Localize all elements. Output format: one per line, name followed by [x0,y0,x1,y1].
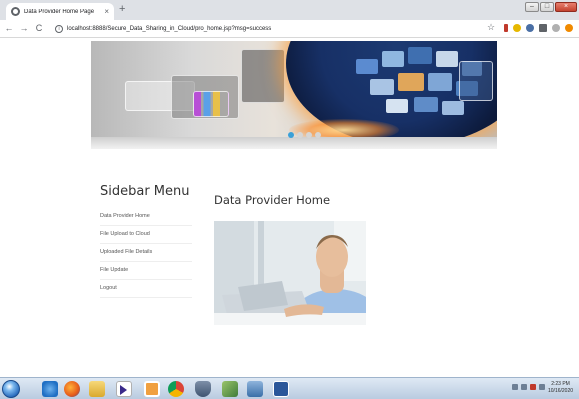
new-tab-button[interactable]: + [119,4,125,15]
taskbar: 2:23 PM 10/16/2020 [0,377,579,399]
media-play-icon[interactable] [120,385,127,395]
extension-orange-icon[interactable] [565,24,573,32]
security-shield-icon[interactable] [195,381,211,397]
extensions-puzzle-icon[interactable] [539,24,547,32]
site-info-icon[interactable]: i [55,25,63,33]
extension-pin-icon[interactable] [504,24,508,32]
window-controls: – □ × [525,2,577,12]
notepad-icon[interactable] [247,381,263,397]
maximize-button[interactable]: □ [540,2,554,12]
sidebar-item-file-update[interactable]: File Update [100,262,192,280]
internet-explorer-icon[interactable] [42,381,58,397]
browser-tab[interactable]: Data Provider Home Page × [6,3,114,20]
back-button[interactable]: ← [3,24,15,33]
page-title: Data Provider Home [214,193,331,207]
extension-icons [504,24,573,32]
globe-tile [442,101,464,115]
extension-blue-icon[interactable] [526,24,534,32]
snipping-tool-icon[interactable] [222,381,238,397]
tray-arrow-icon[interactable] [512,384,518,390]
photo-illustration [214,221,366,325]
slider-dot[interactable] [297,132,303,138]
forward-button[interactable]: → [18,24,30,33]
globe-tile [436,51,458,67]
globe-tile [386,99,408,113]
sidebar-item-uploaded-file-details[interactable]: Uploaded File Details [100,244,192,262]
minimize-button[interactable]: – [525,2,539,12]
start-button-icon[interactable] [2,380,20,398]
page-favicon-icon [11,7,20,16]
page-content: Sidebar Menu Data Provider Home File Upl… [0,38,579,377]
firefox-icon[interactable] [64,381,80,397]
slider-dot[interactable] [315,132,321,138]
system-tray [512,384,545,390]
slider-dot[interactable] [306,132,312,138]
tray-volume-icon[interactable] [539,384,545,390]
banner-chart-decoration [193,91,229,117]
file-explorer-icon[interactable] [89,381,105,397]
sidebar-item-data-provider-home[interactable]: Data Provider Home [100,208,192,226]
sidebar-item-logout[interactable]: Logout [100,280,192,298]
url-text[interactable]: localhost:8888/Secure_Data_Sharing_in_Cl… [67,26,271,32]
globe-tile [398,73,424,91]
banner-floor [91,137,497,149]
reload-button[interactable]: C [33,24,45,33]
globe-tile [382,51,404,67]
sidebar-item-file-upload[interactable]: File Upload to Cloud [100,226,192,244]
stop-app-icon[interactable] [144,381,160,397]
clock-date: 10/16/2020 [548,388,574,394]
banner-panel-decoration [459,61,493,101]
tab-title: Data Provider Home Page [24,8,95,15]
businessman-laptop-photo [214,221,366,325]
sidebar-title: Sidebar Menu [100,184,190,199]
profile-avatar-icon[interactable] [552,24,560,32]
chrome-icon[interactable] [168,381,184,397]
banner-slider-dots [288,132,321,138]
globe-tile [408,47,432,64]
word-icon[interactable] [273,381,289,397]
tab-close-icon[interactable]: × [104,7,109,16]
extension-yellow-icon[interactable] [513,24,521,32]
sidebar-menu: Data Provider Home File Upload to Cloud … [100,208,192,298]
tray-network-icon[interactable] [521,384,527,390]
taskbar-clock[interactable]: 2:23 PM 10/16/2020 [548,381,573,395]
globe-tile [356,59,378,74]
browser-tab-strip: Data Provider Home Page × + – □ × [0,0,579,20]
banner-panel-decoration [241,49,285,103]
address-bar[interactable]: i localhost:8888/Secure_Data_Sharing_in_… [55,22,495,36]
browser-toolbar: ← → C i localhost:8888/Secure_Data_Shari… [0,20,579,38]
slider-dot[interactable] [288,132,294,138]
clock-time: 2:23 PM [551,381,570,387]
globe-tile [428,73,452,91]
bookmark-star-icon[interactable]: ☆ [487,23,495,32]
globe-tile [370,79,394,95]
globe-tile [414,97,438,112]
tray-flag-icon[interactable] [530,384,536,390]
header-banner-image [91,41,497,149]
close-window-button[interactable]: × [555,2,577,12]
